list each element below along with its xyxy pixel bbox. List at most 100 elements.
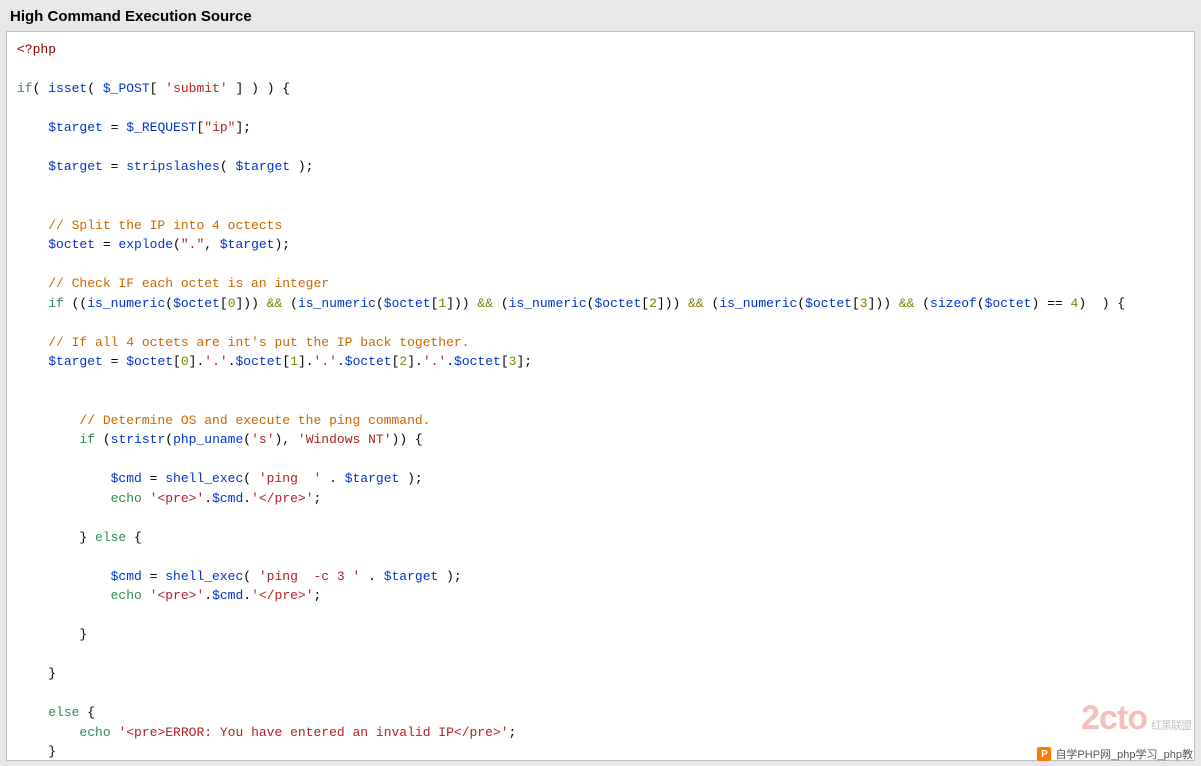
code-token: ( (704, 296, 720, 311)
code-token: . (360, 569, 383, 584)
code-token: $target (235, 159, 290, 174)
code-token: [ (501, 354, 509, 369)
code-token: $octet (594, 296, 641, 311)
code-token: . (243, 588, 251, 603)
code-token: $octet (985, 296, 1032, 311)
code-token: ( (282, 296, 298, 311)
code-token: 0 (228, 296, 236, 311)
code-token: if (79, 432, 95, 447)
code-token: $octet (126, 354, 173, 369)
code-token: shell_exec (165, 471, 243, 486)
code-token: ( (243, 471, 259, 486)
code-token (17, 569, 111, 584)
code-token: 2 (649, 296, 657, 311)
code-token (17, 588, 111, 603)
code-token: $octet (805, 296, 852, 311)
code-token: is_numeric (87, 296, 165, 311)
code-token: echo (111, 588, 142, 603)
code-token: sizeof (930, 296, 977, 311)
code-token: 'Windows NT' (298, 432, 392, 447)
code-token (17, 725, 79, 740)
code-token: $octet (384, 296, 431, 311)
code-comment: // Determine OS and execute the ping com… (79, 413, 430, 428)
code-token: (( (64, 296, 87, 311)
code-token: ( (220, 159, 236, 174)
code-token: ( (33, 81, 49, 96)
code-token (17, 276, 48, 291)
code-token: is_numeric (509, 296, 587, 311)
code-token: ); (274, 237, 290, 252)
code-token: )) { (392, 432, 423, 447)
code-token: ])) (236, 296, 267, 311)
code-token: $octet (454, 354, 501, 369)
code-token: if (17, 81, 33, 96)
code-token: if (48, 296, 64, 311)
code-token: php_uname (173, 432, 243, 447)
code-token: 'ping ' (259, 471, 321, 486)
code-token (17, 237, 48, 252)
code-token: ( (914, 296, 930, 311)
code-token: $octet (236, 354, 283, 369)
footer-text: 自学PHP网_php学习_php教 (1055, 746, 1193, 762)
code-token: 'submit' (165, 81, 227, 96)
code-token: ]. (407, 354, 423, 369)
watermark-logo: 2cto红黑联盟 (1081, 699, 1191, 738)
code-token: 3 (860, 296, 868, 311)
code-comment: // Split the IP into 4 octects (48, 218, 282, 233)
code-token: ])) (446, 296, 477, 311)
code-token: . (243, 491, 251, 506)
code-token: '</pre>' (251, 491, 313, 506)
code-token: [ (641, 296, 649, 311)
code-token: && (267, 296, 283, 311)
code-token: $target (384, 569, 439, 584)
code-token: . (337, 354, 345, 369)
code-token: [ (173, 354, 181, 369)
code-token: } (17, 530, 95, 545)
code-token: ( (173, 237, 181, 252)
code-token: } (17, 666, 56, 681)
code-token: . (204, 491, 212, 506)
code-token: isset (48, 81, 87, 96)
code-token (142, 588, 150, 603)
code-token: = (142, 569, 165, 584)
footer-bar: P 自学PHP网_php学习_php教 (1037, 746, 1193, 762)
code-token: ]. (298, 354, 314, 369)
code-token: ; (509, 725, 517, 740)
code-token: '<pre>' (150, 491, 205, 506)
code-token: ] ) ) { (228, 81, 290, 96)
code-token: } (17, 744, 56, 759)
code-token: ); (290, 159, 313, 174)
code-token: '.' (204, 354, 227, 369)
code-token: ( (165, 432, 173, 447)
code-token: 'ping -c 3 ' (259, 569, 360, 584)
code-token: ]. (189, 354, 205, 369)
code-token: ( (243, 569, 259, 584)
page-title: High Command Execution Source (0, 0, 1201, 31)
code-token (17, 432, 79, 447)
code-token: ( (376, 296, 384, 311)
code-token: is_numeric (298, 296, 376, 311)
code-token (142, 491, 150, 506)
code-token: echo (111, 491, 142, 506)
code-comment: // Check IF each octet is an integer (48, 276, 329, 291)
code-token: $cmd (111, 569, 142, 584)
code-token: ; (314, 588, 322, 603)
code-token: ( (87, 81, 103, 96)
code-token: ); (438, 569, 461, 584)
code-token: ; (314, 491, 322, 506)
code-token: [ (150, 81, 166, 96)
code-token (17, 354, 48, 369)
code-token (17, 491, 111, 506)
code-token: 0 (181, 354, 189, 369)
code-token: $_REQUEST (126, 120, 196, 135)
code-token: && (899, 296, 915, 311)
code-token (17, 705, 48, 720)
code-token (17, 335, 48, 350)
code-token: [ (220, 296, 228, 311)
code-token: ( (243, 432, 251, 447)
code-token: = (103, 120, 126, 135)
code-token: $_POST (103, 81, 150, 96)
code-token: $cmd (212, 588, 243, 603)
code-token: ])) (657, 296, 688, 311)
code-token: && (477, 296, 493, 311)
